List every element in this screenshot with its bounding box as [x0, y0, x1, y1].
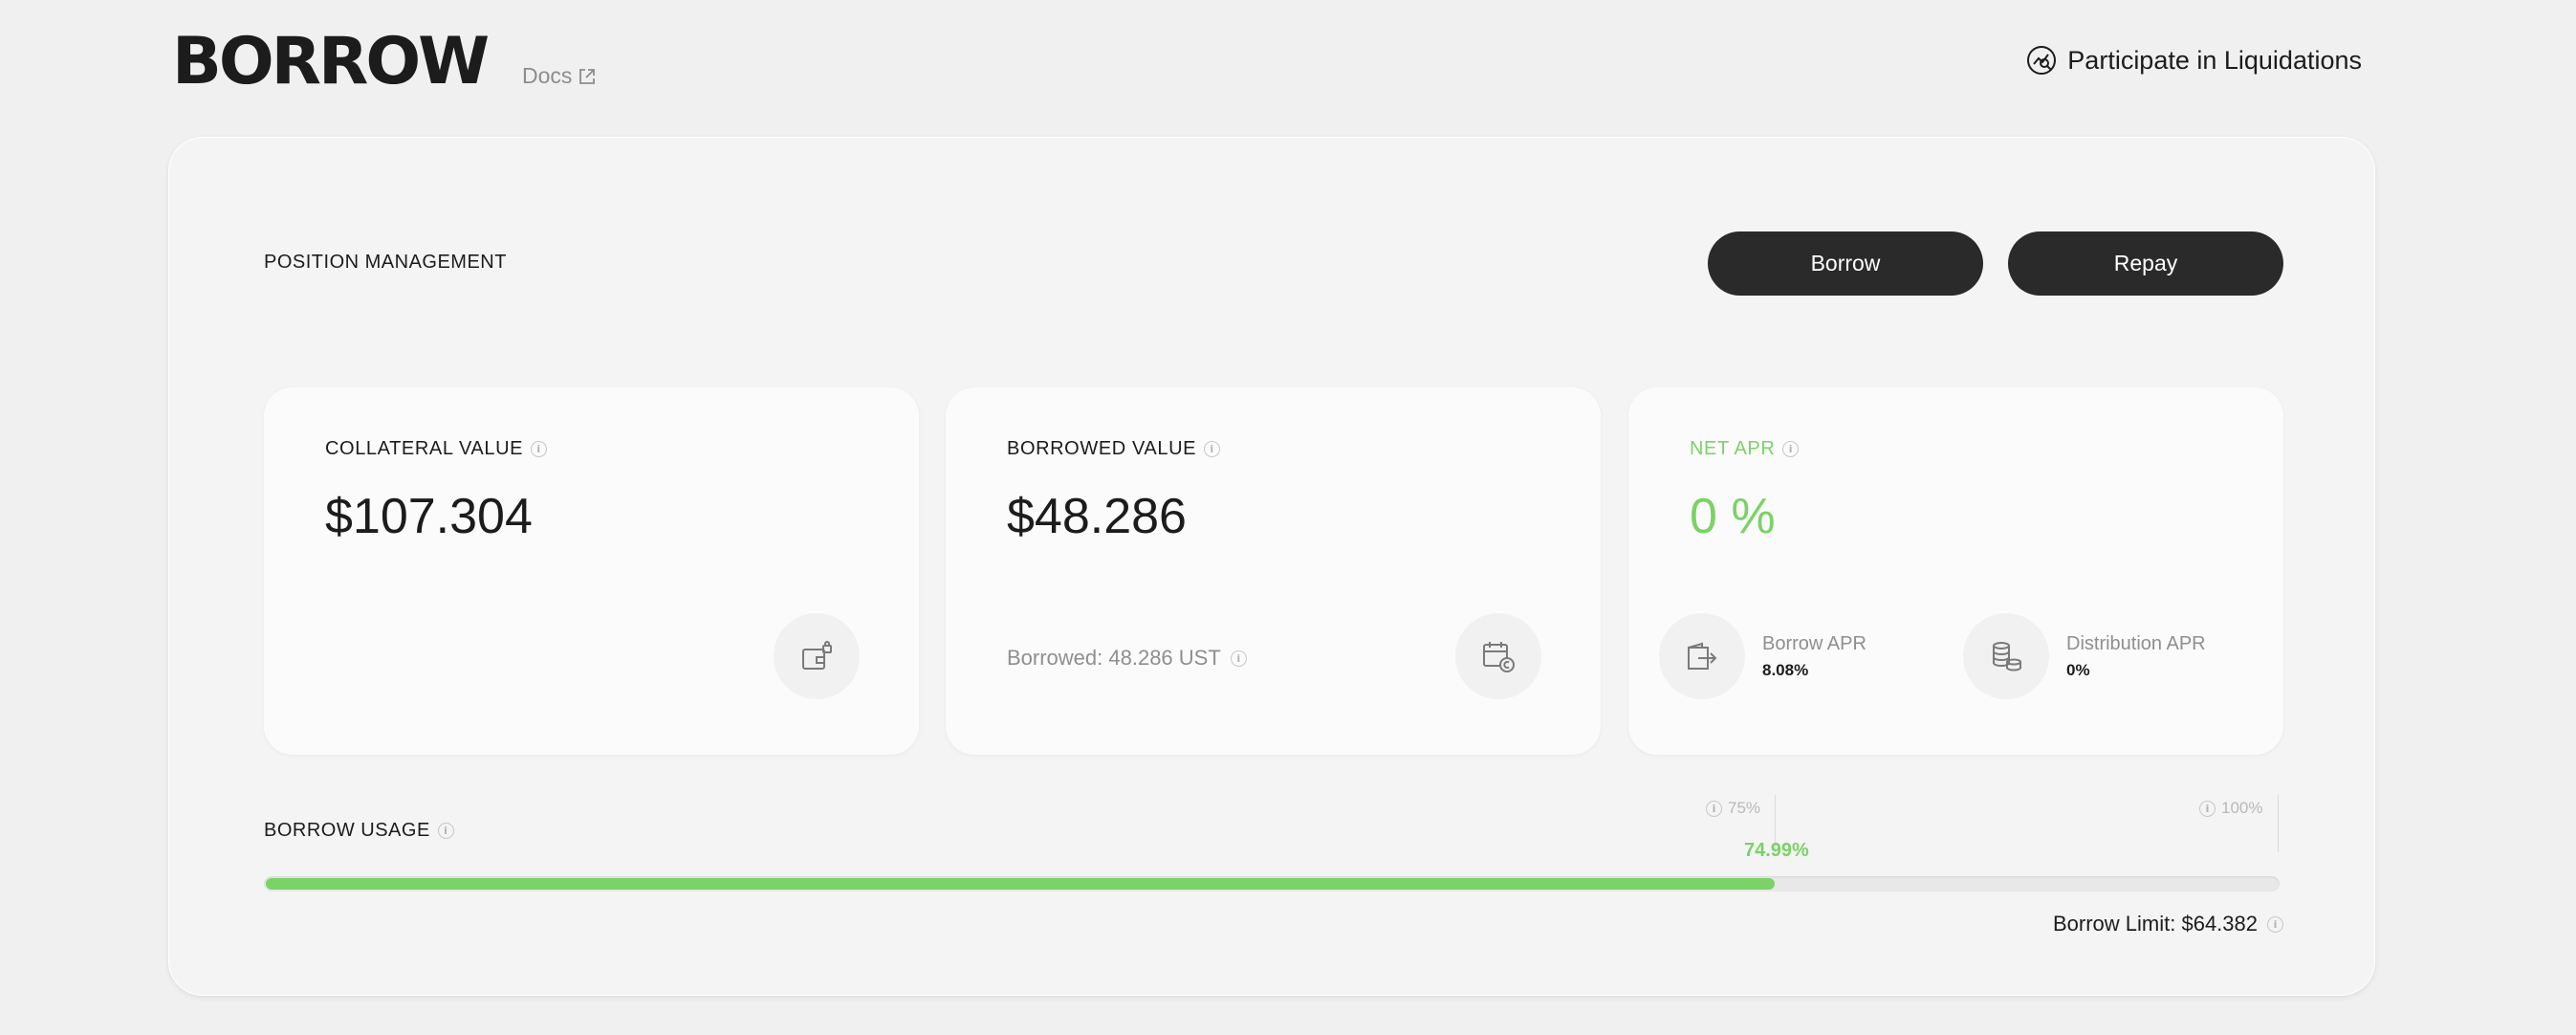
distribution-apr-icon-badge	[1963, 613, 2049, 699]
borrow-usage-percent: 74.99%	[1744, 840, 1809, 861]
borrow-usage-bar	[264, 876, 2280, 892]
collateral-value-title-row: COLLATERAL VALUE i	[325, 438, 548, 460]
borrow-usage-label: BORROW USAGE	[264, 820, 430, 841]
borrow-apr-label: Borrow APR	[1762, 632, 1867, 654]
coins-stack-icon	[1993, 642, 2021, 672]
borrowed-icon-badge	[1455, 613, 1541, 699]
page-title: BORROW	[172, 24, 490, 99]
wallet-arrow-icon	[1688, 642, 1717, 670]
info-icon[interactable]: i	[531, 441, 548, 457]
borrow-limit-row: Borrow Limit: $64.382 i	[2053, 912, 2283, 936]
distribution-apr-text: Distribution APR 0%	[2066, 633, 2206, 680]
info-icon[interactable]: i	[2199, 800, 2216, 817]
wallet-lock-icon	[802, 641, 832, 670]
borrow-button[interactable]: Borrow	[1708, 231, 1983, 296]
collateral-value-title: COLLATERAL VALUE	[325, 438, 524, 459]
borrow-panel: POSITION MANAGEMENT Borrow Repay COLLATE…	[168, 137, 2375, 996]
collateral-value: $107.304	[325, 489, 533, 544]
info-icon[interactable]: i	[437, 823, 454, 839]
docs-link[interactable]: Docs	[522, 63, 597, 89]
page-header: BORROW Docs Participate in Liquidations	[172, 29, 2362, 96]
external-link-icon	[579, 68, 596, 84]
borrow-usage-label-row: BORROW USAGE i	[264, 820, 454, 842]
borrowed-detail-row: Borrowed: 48.286 UST i	[1007, 646, 1247, 671]
borrowed-value-title: BORROWED VALUE	[1007, 438, 1197, 459]
info-icon[interactable]: i	[2267, 915, 2283, 933]
borrowed-value-title-row: BORROWED VALUE i	[1007, 438, 1221, 460]
marker-100-label: 100%	[2221, 799, 2263, 817]
borrowed-value: $48.286	[1007, 489, 1187, 544]
participate-liquidations-label: Participate in Liquidations	[2067, 45, 2362, 75]
borrowed-detail: Borrowed: 48.286 UST	[1007, 646, 1221, 670]
marker-75: i 75%	[1706, 799, 1760, 818]
info-icon[interactable]: i	[1782, 441, 1800, 457]
participate-liquidations-link[interactable]: Participate in Liquidations	[2025, 44, 2362, 77]
borrow-apr-text: Borrow APR 8.08%	[1762, 633, 1867, 680]
collateral-value-card: COLLATERAL VALUE i $107.304	[264, 387, 919, 755]
calendar-coin-icon	[1483, 642, 1515, 672]
docs-label: Docs	[522, 63, 573, 88]
borrow-apr-item: Borrow APR 8.08%	[1659, 613, 1867, 699]
distribution-apr-label: Distribution APR	[2066, 632, 2206, 654]
marker-100: i 100%	[2199, 799, 2262, 818]
net-apr-value: 0 %	[1690, 489, 1776, 544]
marker-100-line	[2278, 795, 2279, 852]
borrow-limit: Borrow Limit: $64.382	[2053, 912, 2258, 936]
borrow-usage-fill	[266, 878, 1775, 890]
info-icon[interactable]: i	[1706, 800, 1722, 817]
position-management-label: POSITION MANAGEMENT	[264, 252, 507, 273]
repay-button[interactable]: Repay	[2008, 231, 2283, 296]
liquidation-chart-icon	[2027, 46, 2057, 75]
net-apr-title-row: NET APR i	[1690, 438, 1800, 460]
collateral-icon-badge	[774, 613, 860, 699]
info-icon[interactable]: i	[1230, 650, 1247, 667]
net-apr-title: NET APR	[1690, 438, 1776, 459]
net-apr-card: NET APR i 0 % Borrow APR 8.08% Distribut…	[1628, 387, 2283, 755]
distribution-apr-item: Distribution APR 0%	[1963, 613, 2206, 699]
borrow-apr-value: 8.08%	[1762, 660, 1809, 679]
info-icon[interactable]: i	[1204, 441, 1221, 457]
marker-75-label: 75%	[1728, 799, 1761, 817]
borrowed-value-card: BORROWED VALUE i $48.286 Borrowed: 48.28…	[946, 387, 1601, 755]
borrow-apr-icon-badge	[1659, 613, 1745, 699]
distribution-apr-value: 0%	[2066, 660, 2090, 679]
